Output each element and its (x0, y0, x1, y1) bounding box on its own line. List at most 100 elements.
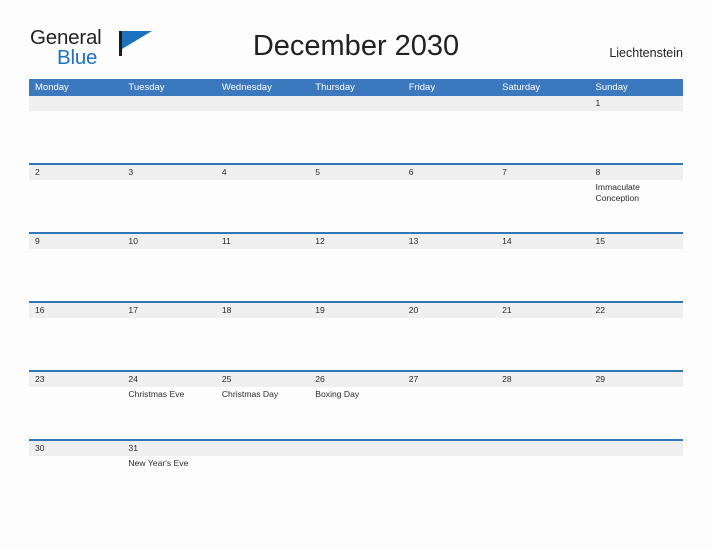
day-number-13[interactable]: 13 (403, 234, 496, 249)
day-cell-empty (403, 456, 496, 490)
day-number-empty (403, 441, 496, 456)
day-number-2[interactable]: 2 (29, 165, 122, 180)
day-number-24[interactable]: 24 (122, 372, 215, 387)
day-number-23[interactable]: 23 (29, 372, 122, 387)
day-number-16[interactable]: 16 (29, 303, 122, 318)
day-number-17[interactable]: 17 (122, 303, 215, 318)
region-label: Liechtenstein (609, 46, 683, 60)
day-number-10[interactable]: 10 (122, 234, 215, 249)
day-number-31[interactable]: 31 (122, 441, 215, 456)
day-cell-empty (590, 456, 683, 490)
day-number-15[interactable]: 15 (590, 234, 683, 249)
day-cell-empty (29, 318, 122, 370)
day-number-band: 2345678 (29, 165, 683, 180)
day-number-empty (29, 96, 122, 111)
day-number-empty (216, 441, 309, 456)
calendar-week-row: 30 31 New Year's Eve (29, 439, 683, 490)
calendar-week-row: 23 24 25 26 27 28 29 Christmas Eve Christmas Day… (29, 370, 683, 439)
weekday-header-friday: Friday (408, 82, 436, 93)
day-number-22[interactable]: 22 (590, 303, 683, 318)
day-events-band: New Year's Eve (29, 456, 683, 490)
day-number-empty (216, 96, 309, 111)
day-cell-empty (309, 180, 402, 232)
day-cell-empty (403, 111, 496, 163)
day-number-empty (496, 441, 589, 456)
calendar-week-row: 1 (29, 96, 683, 163)
day-cell-empty (496, 318, 589, 370)
day-number-empty (309, 96, 402, 111)
day-number-empty (309, 441, 402, 456)
day-number-30[interactable]: 30 (29, 441, 122, 456)
day-cell-empty (496, 456, 589, 490)
day-number-28[interactable]: 28 (496, 372, 589, 387)
weekday-header-row: Monday Tuesday Wednesday Thursday Friday Satu… (29, 79, 683, 96)
day-cell-empty (403, 318, 496, 370)
weekday-header-saturday: Saturday (502, 82, 541, 93)
day-event-label[interactable]: Christmas Eve (122, 387, 215, 439)
day-cell-empty (216, 318, 309, 370)
day-number-band: 1 (29, 96, 683, 111)
day-number-3[interactable]: 3 (122, 165, 215, 180)
day-cell-empty (309, 318, 402, 370)
day-cell-empty (590, 249, 683, 301)
day-number-7[interactable]: 7 (496, 165, 589, 180)
day-cell-empty (122, 249, 215, 301)
day-cell-empty (309, 456, 402, 490)
day-number-empty (122, 96, 215, 111)
day-number-band: 23 24 25 26 27 28 29 (29, 372, 683, 387)
day-cell-empty (590, 387, 683, 439)
day-number-18[interactable]: 18 (216, 303, 309, 318)
day-number-8[interactable]: 8 (590, 165, 683, 180)
day-number-21[interactable]: 21 (496, 303, 589, 318)
day-number-14[interactable]: 14 (496, 234, 589, 249)
day-event-label[interactable]: Immaculate Conception (590, 180, 683, 232)
weekday-header-tuesday: Tuesday (128, 82, 165, 93)
page-header: General Blue December 2030 Liechtenstein (0, 0, 712, 76)
day-cell-empty (403, 180, 496, 232)
day-number-9[interactable]: 9 (29, 234, 122, 249)
day-number-29[interactable]: 29 (590, 372, 683, 387)
day-cell-empty (216, 111, 309, 163)
day-number-11[interactable]: 11 (216, 234, 309, 249)
day-event-label[interactable]: New Year's Eve (122, 456, 215, 490)
day-event-label[interactable]: Boxing Day (309, 387, 402, 439)
day-cell-empty (216, 180, 309, 232)
day-cell-empty (309, 111, 402, 163)
day-cell-empty (496, 111, 589, 163)
day-cell-empty (29, 249, 122, 301)
day-number-6[interactable]: 6 (403, 165, 496, 180)
day-number-27[interactable]: 27 (403, 372, 496, 387)
day-number-4[interactable]: 4 (216, 165, 309, 180)
day-cell-empty (122, 180, 215, 232)
day-events-band (29, 249, 683, 301)
day-cell-empty (403, 249, 496, 301)
day-cell-empty (29, 456, 122, 490)
calendar-grid: Monday Tuesday Wednesday Thursday Friday Satu… (29, 79, 683, 490)
day-cell-empty (496, 180, 589, 232)
weekday-header-thursday: Thursday (315, 82, 355, 93)
day-number-5[interactable]: 5 (309, 165, 402, 180)
weekday-header-sunday: Sunday (595, 82, 628, 93)
day-events-band (29, 318, 683, 370)
calendar-week-row: 9 10 11 12 13 14 15 (29, 232, 683, 301)
day-number-20[interactable]: 20 (403, 303, 496, 318)
day-number-26[interactable]: 26 (309, 372, 402, 387)
day-number-25[interactable]: 25 (216, 372, 309, 387)
day-cell-empty (122, 318, 215, 370)
day-number-band: 9 10 11 12 13 14 15 (29, 234, 683, 249)
day-cell-empty (496, 249, 589, 301)
day-cell-empty (590, 318, 683, 370)
day-number-1[interactable]: 1 (590, 96, 683, 111)
weekday-header-wednesday: Wednesday (221, 82, 272, 93)
day-cell-empty (29, 387, 122, 439)
day-number-12[interactable]: 12 (309, 234, 402, 249)
day-cell-empty (216, 456, 309, 490)
day-event-label[interactable]: Christmas Day (216, 387, 309, 439)
day-number-empty (403, 96, 496, 111)
day-number-19[interactable]: 19 (309, 303, 402, 318)
day-cell-empty (403, 387, 496, 439)
day-number-band: 16 17 18 19 20 21 22 (29, 303, 683, 318)
day-number-empty (590, 441, 683, 456)
calendar-weeks: 1 2 3 4 5 6 7 8 Immaculate Conception 9 10 11 12 13 14… (29, 96, 683, 490)
page-title: December 2030 (252, 30, 460, 62)
